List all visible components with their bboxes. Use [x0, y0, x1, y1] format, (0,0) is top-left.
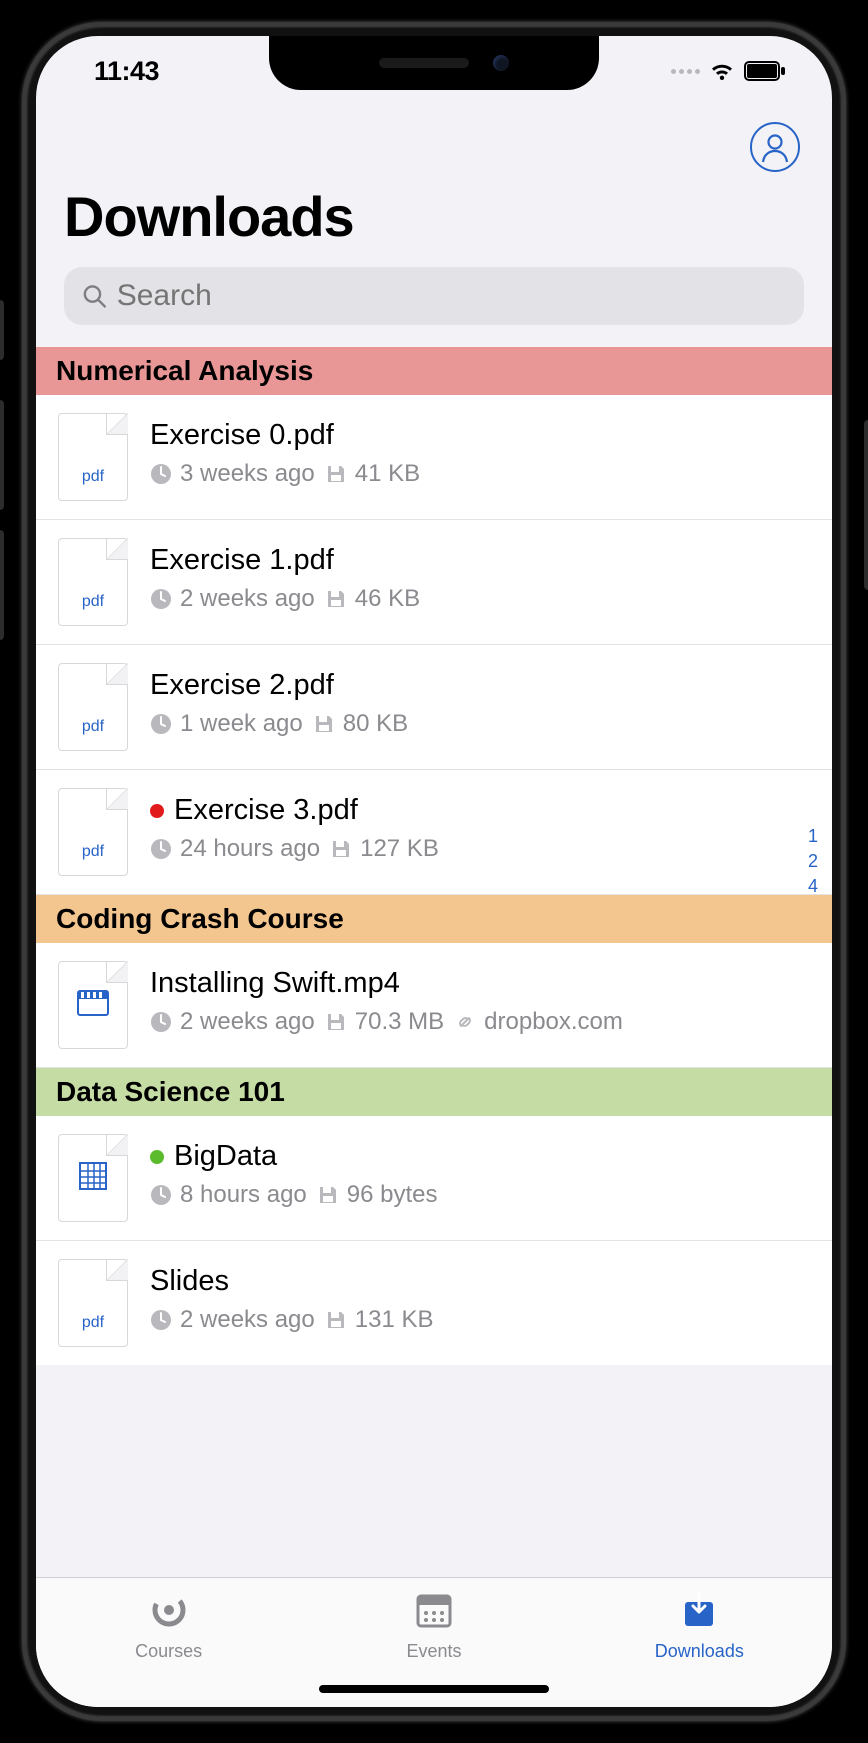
page-title: Downloads	[64, 180, 804, 267]
person-icon	[758, 130, 792, 164]
downloads-icon	[677, 1588, 721, 1637]
wifi-icon	[708, 60, 736, 82]
file-row[interactable]: pdf Exercise 3.pdf 24 hours ago 127 KB	[36, 770, 832, 895]
index-item[interactable]: 4	[808, 876, 818, 897]
volume-down	[0, 530, 4, 640]
file-name: Installing Swift.mp4	[150, 967, 400, 1000]
file-age: 2 weeks ago	[150, 1306, 315, 1334]
section-header[interactable]: Numerical Analysis	[36, 347, 832, 395]
file-name: Exercise 3.pdf	[174, 794, 358, 827]
file-age: 2 weeks ago	[150, 1008, 315, 1036]
index-item[interactable]: 1	[808, 826, 818, 847]
section-header[interactable]: Coding Crash Course	[36, 895, 832, 943]
file-row[interactable]: BigData 8 hours ago 96 bytes	[36, 1116, 832, 1241]
index-item[interactable]: 2	[808, 851, 818, 872]
status-icons	[671, 60, 792, 82]
file-size: 70.3 MB	[325, 1008, 444, 1036]
file-age: 24 hours ago	[150, 835, 320, 863]
header: Downloads	[36, 106, 832, 325]
file-type-icon: pdf	[58, 788, 128, 876]
file-info: Exercise 1.pdf 2 weeks ago 46 KB	[150, 538, 814, 613]
file-meta: 2 weeks ago 70.3 MB dropbox.com	[150, 1008, 814, 1036]
tab-courses[interactable]: Courses	[37, 1588, 300, 1662]
section-index[interactable]: 1 2 4	[808, 826, 818, 897]
file-meta: 8 hours ago 96 bytes	[150, 1181, 814, 1209]
battery-icon	[744, 61, 786, 81]
file-row[interactable]: pdf Exercise 1.pdf 2 weeks ago 46 KB	[36, 520, 832, 645]
file-type-icon	[58, 961, 128, 1049]
unread-dot	[150, 804, 164, 818]
file-source: dropbox.com	[454, 1008, 623, 1036]
courses-icon	[147, 1588, 191, 1637]
file-size: 131 KB	[325, 1306, 434, 1334]
file-age: 8 hours ago	[150, 1181, 307, 1209]
unread-dot	[150, 1150, 164, 1164]
file-meta: 3 weeks ago 41 KB	[150, 460, 814, 488]
file-meta: 2 weeks ago 46 KB	[150, 585, 814, 613]
search-bar[interactable]	[64, 267, 804, 325]
file-name: Exercise 1.pdf	[150, 544, 334, 577]
file-type-icon: pdf	[58, 413, 128, 501]
search-input[interactable]	[117, 279, 786, 313]
tab-label: Courses	[135, 1641, 202, 1662]
file-row[interactable]: Installing Swift.mp4 2 weeks ago 70.3 MB dr…	[36, 943, 832, 1068]
file-type-icon: pdf	[58, 663, 128, 751]
file-title: BigData	[150, 1140, 814, 1173]
file-title: Exercise 2.pdf	[150, 669, 814, 702]
section-header[interactable]: Data Science 101	[36, 1068, 832, 1116]
downloads-list[interactable]: Numerical Analysis pdf Exercise 0.pdf 3 wee…	[36, 347, 832, 1365]
file-row[interactable]: pdf Exercise 2.pdf 1 week ago 80 KB	[36, 645, 832, 770]
file-type-icon: pdf	[58, 1259, 128, 1347]
file-row[interactable]: pdf Slides 2 weeks ago 131 KB	[36, 1241, 832, 1365]
file-age: 2 weeks ago	[150, 585, 315, 613]
tab-events[interactable]: Events	[303, 1588, 566, 1662]
cellular-icon	[671, 69, 700, 74]
power-button	[864, 420, 868, 590]
file-type-icon	[58, 1134, 128, 1222]
file-info: Exercise 3.pdf 24 hours ago 127 KB	[150, 788, 814, 863]
tab-downloads[interactable]: Downloads	[568, 1588, 831, 1662]
file-row[interactable]: pdf Exercise 0.pdf 3 weeks ago 41 KB	[36, 395, 832, 520]
file-info: Exercise 2.pdf 1 week ago 80 KB	[150, 663, 814, 738]
file-meta: 2 weeks ago 131 KB	[150, 1306, 814, 1334]
file-name: BigData	[174, 1140, 277, 1173]
file-title: Exercise 0.pdf	[150, 419, 814, 452]
profile-button[interactable]	[750, 122, 800, 172]
file-meta: 24 hours ago 127 KB	[150, 835, 814, 863]
file-size: 80 KB	[313, 710, 408, 738]
volume-up	[0, 400, 4, 510]
status-time: 11:43	[76, 56, 159, 87]
file-type-icon: pdf	[58, 538, 128, 626]
file-name: Exercise 0.pdf	[150, 419, 334, 452]
file-age: 3 weeks ago	[150, 460, 315, 488]
file-size: 46 KB	[325, 585, 420, 613]
search-icon	[82, 283, 107, 309]
file-title: Exercise 1.pdf	[150, 544, 814, 577]
file-title: Slides	[150, 1265, 814, 1298]
file-name: Exercise 2.pdf	[150, 669, 334, 702]
events-icon	[412, 1588, 456, 1637]
file-title: Exercise 3.pdf	[150, 794, 814, 827]
file-age: 1 week ago	[150, 710, 303, 738]
mute-switch	[0, 300, 4, 360]
notch	[269, 36, 599, 90]
file-size: 96 bytes	[317, 1181, 438, 1209]
file-info: BigData 8 hours ago 96 bytes	[150, 1134, 814, 1209]
file-name: Slides	[150, 1265, 229, 1298]
file-size: 41 KB	[325, 460, 420, 488]
file-size: 127 KB	[330, 835, 439, 863]
tab-label: Events	[406, 1641, 461, 1662]
home-indicator[interactable]	[319, 1685, 549, 1693]
screen: 11:43	[36, 36, 832, 1707]
device-frame-outer: 11:43	[0, 0, 868, 1743]
file-title: Installing Swift.mp4	[150, 967, 814, 1000]
tab-label: Downloads	[655, 1641, 744, 1662]
file-info: Installing Swift.mp4 2 weeks ago 70.3 MB dr…	[150, 961, 814, 1036]
file-info: Slides 2 weeks ago 131 KB	[150, 1259, 814, 1334]
file-meta: 1 week ago 80 KB	[150, 710, 814, 738]
file-info: Exercise 0.pdf 3 weeks ago 41 KB	[150, 413, 814, 488]
device-frame: 11:43	[22, 22, 846, 1721]
